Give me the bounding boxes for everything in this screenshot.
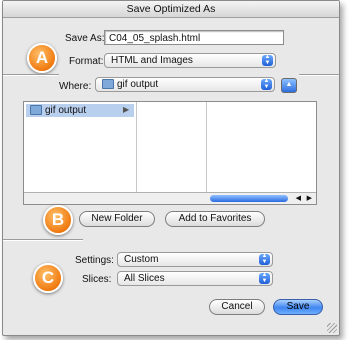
callout-badge-c: C xyxy=(33,263,63,293)
format-label: Format: xyxy=(69,56,104,67)
chevron-right-icon: ▶ xyxy=(123,105,130,114)
where-popup[interactable]: gif output ▲ ▼ xyxy=(95,77,275,92)
separator-right xyxy=(299,74,339,76)
popup-arrows-icon: ▲ ▼ xyxy=(259,253,270,265)
format-popup[interactable]: HTML and Images ▲ ▼ xyxy=(104,53,276,68)
slices-popup-value: All Slices xyxy=(124,273,165,284)
save-dialog: Save Optimized As Save As: C04_05_splash… xyxy=(2,0,340,336)
save-button[interactable]: Save xyxy=(273,299,323,315)
where-popup-value: gif output xyxy=(117,79,159,90)
popup-arrows-icon: ▲ ▼ xyxy=(261,78,272,90)
add-to-favorites-button[interactable]: Add to Favorites xyxy=(165,211,265,227)
callout-badge-a: A xyxy=(27,43,57,73)
callout-badge-b: B xyxy=(43,205,73,235)
save-as-label: Save As: xyxy=(65,33,105,44)
cancel-button[interactable]: Cancel xyxy=(209,299,265,315)
list-item-label: gif output xyxy=(45,105,87,116)
dialog-title: Save Optimized As xyxy=(3,1,339,18)
scroll-right-icon[interactable]: ▶ xyxy=(307,194,312,202)
folder-icon xyxy=(30,105,42,116)
browser-column-1: gif output ▶ xyxy=(24,102,137,204)
scrollbar-thumb[interactable] xyxy=(210,195,288,202)
slices-popup[interactable]: All Slices ▲ ▼ xyxy=(117,271,273,286)
where-label: Where: xyxy=(59,81,92,92)
browser-column-2 xyxy=(136,102,207,194)
resize-grip-icon[interactable] xyxy=(327,323,337,333)
new-folder-button[interactable]: New Folder xyxy=(79,211,155,227)
filename-field[interactable]: C04_05_splash.html xyxy=(104,30,284,45)
separator-left xyxy=(3,74,59,76)
settings-popup-value: Custom xyxy=(124,254,159,265)
separator-lower xyxy=(3,239,83,241)
settings-label: Settings: xyxy=(75,255,114,266)
scroll-left-icon[interactable]: ◀ xyxy=(296,194,301,202)
file-browser[interactable]: gif output ▶ ◀ ▶ xyxy=(23,101,317,205)
expand-collapse-button[interactable]: ▲ xyxy=(281,78,297,93)
horizontal-scrollbar[interactable]: ◀ ▶ xyxy=(24,192,316,204)
slices-label: Slices: xyxy=(82,274,112,285)
list-item[interactable]: gif output xyxy=(30,105,86,116)
settings-popup[interactable]: Custom ▲ ▼ xyxy=(117,252,273,267)
popup-arrows-icon: ▲ ▼ xyxy=(262,54,273,66)
format-popup-value: HTML and Images xyxy=(111,55,193,66)
popup-arrows-icon: ▲ ▼ xyxy=(259,272,270,284)
folder-icon xyxy=(102,79,114,90)
